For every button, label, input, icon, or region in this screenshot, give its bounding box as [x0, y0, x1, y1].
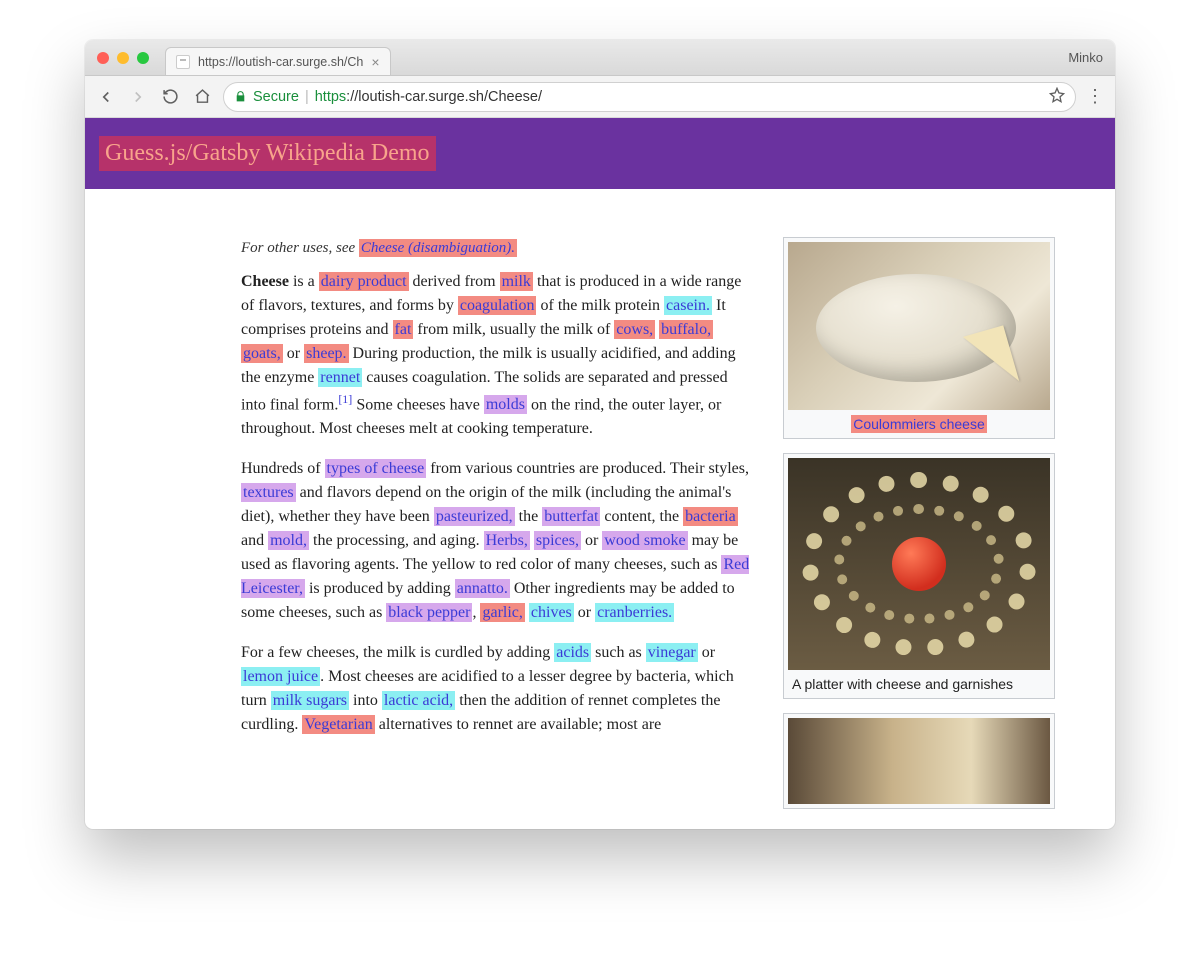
link-chives[interactable]: chives	[529, 603, 574, 622]
lock-icon	[234, 90, 247, 103]
traffic-lights	[97, 52, 149, 64]
minimize-window-button[interactable]	[117, 52, 129, 64]
image-coulommiers-cheese[interactable]	[788, 242, 1050, 410]
secure-label: Secure	[253, 89, 299, 105]
tab-favicon	[176, 55, 190, 69]
reference-1[interactable]: [1]	[338, 392, 352, 406]
window-titlebar: https://loutish-car.surge.sh/Ch × Minko	[85, 40, 1115, 76]
browser-window: https://loutish-car.surge.sh/Ch × Minko …	[85, 40, 1115, 829]
link-vegetarian[interactable]: Vegetarian	[302, 715, 374, 734]
link-acids[interactable]: acids	[554, 643, 591, 662]
article-sidebar: Coulommiers cheese A platter with cheese…	[783, 237, 1055, 809]
link-casein[interactable]: casein.	[664, 296, 712, 315]
url-text: https://loutish-car.surge.sh/Cheese/	[315, 89, 542, 105]
link-mold[interactable]: mold,	[268, 531, 309, 550]
hatnote-prefix: For other uses, see	[241, 240, 359, 256]
link-cows[interactable]: cows,	[614, 320, 655, 339]
link-types-of-cheese[interactable]: types of cheese	[325, 459, 427, 478]
link-textures[interactable]: textures	[241, 483, 296, 502]
hatnote: For other uses, see Cheese (disambiguati…	[241, 237, 755, 260]
link-dairy-product[interactable]: dairy product	[319, 272, 409, 291]
browser-tab[interactable]: https://loutish-car.surge.sh/Ch ×	[165, 47, 391, 75]
site-title[interactable]: Guess.js/Gatsby Wikipedia Demo	[99, 136, 436, 171]
link-pasteurized[interactable]: pasteurized,	[434, 507, 515, 526]
link-annatto[interactable]: annatto.	[455, 579, 510, 598]
reload-button[interactable]	[159, 86, 181, 108]
bold-cheese: Cheese	[241, 273, 289, 290]
link-herbs[interactable]: Herbs,	[484, 531, 530, 550]
paragraph-1: Cheese is a dairy product derived from m…	[241, 270, 755, 441]
link-sheep[interactable]: sheep.	[304, 344, 348, 363]
link-milk-sugars[interactable]: milk sugars	[271, 691, 349, 710]
tab-title: https://loutish-car.surge.sh/Ch	[198, 55, 363, 69]
link-fat[interactable]: fat	[393, 320, 414, 339]
page-content: For other uses, see Cheese (disambiguati…	[85, 189, 1115, 829]
address-bar[interactable]: Secure | https://loutish-car.surge.sh/Ch…	[223, 82, 1076, 112]
back-button[interactable]	[95, 86, 117, 108]
article-body: For other uses, see Cheese (disambiguati…	[241, 237, 755, 809]
link-milk[interactable]: milk	[500, 272, 533, 291]
close-window-button[interactable]	[97, 52, 109, 64]
link-spices[interactable]: spices,	[534, 531, 581, 550]
link-molds[interactable]: molds	[484, 395, 527, 414]
link-wood-smoke[interactable]: wood smoke	[602, 531, 687, 550]
link-black-pepper[interactable]: black pepper	[386, 603, 472, 622]
link-cranberries[interactable]: cranberries.	[595, 603, 674, 622]
figure-caption-2: A platter with cheese and garnishes	[788, 670, 1050, 694]
link-buffalo[interactable]: buffalo,	[659, 320, 713, 339]
maximize-window-button[interactable]	[137, 52, 149, 64]
link-lemon-juice[interactable]: lemon juice	[241, 667, 320, 686]
figure-caption-1: Coulommiers cheese	[788, 410, 1050, 434]
browser-toolbar: Secure | https://loutish-car.surge.sh/Ch…	[85, 76, 1115, 118]
link-lactic-acid[interactable]: lactic acid,	[382, 691, 455, 710]
figure-coulommiers: Coulommiers cheese	[783, 237, 1055, 439]
figure-platter: A platter with cheese and garnishes	[783, 453, 1055, 699]
site-header: Guess.js/Gatsby Wikipedia Demo	[85, 118, 1115, 189]
link-vinegar[interactable]: vinegar	[646, 643, 698, 662]
url-divider: |	[305, 89, 309, 105]
link-goats[interactable]: goats,	[241, 344, 283, 363]
link-coulommiers-cheese[interactable]: Coulommiers cheese	[851, 415, 987, 433]
menu-button[interactable]: ⋮	[1086, 86, 1105, 107]
figure-shop	[783, 713, 1055, 809]
paragraph-3: For a few cheeses, the milk is curdled b…	[241, 641, 755, 737]
link-butterfat[interactable]: butterfat	[542, 507, 600, 526]
link-coagulation[interactable]: coagulation	[458, 296, 537, 315]
image-cheese-shop[interactable]	[788, 718, 1050, 804]
link-rennet[interactable]: rennet	[318, 368, 362, 387]
link-bacteria[interactable]: bacteria	[683, 507, 738, 526]
profile-name[interactable]: Minko	[1068, 50, 1103, 65]
forward-button[interactable]	[127, 86, 149, 108]
bookmark-star-icon[interactable]	[1049, 87, 1065, 107]
tab-close-icon[interactable]: ×	[371, 54, 379, 70]
paragraph-2: Hundreds of types of cheese from various…	[241, 457, 755, 625]
image-cheese-platter[interactable]	[788, 458, 1050, 670]
link-disambiguation[interactable]: Cheese (disambiguation).	[359, 239, 517, 257]
home-button[interactable]	[191, 86, 213, 108]
link-garlic[interactable]: garlic,	[480, 603, 524, 622]
